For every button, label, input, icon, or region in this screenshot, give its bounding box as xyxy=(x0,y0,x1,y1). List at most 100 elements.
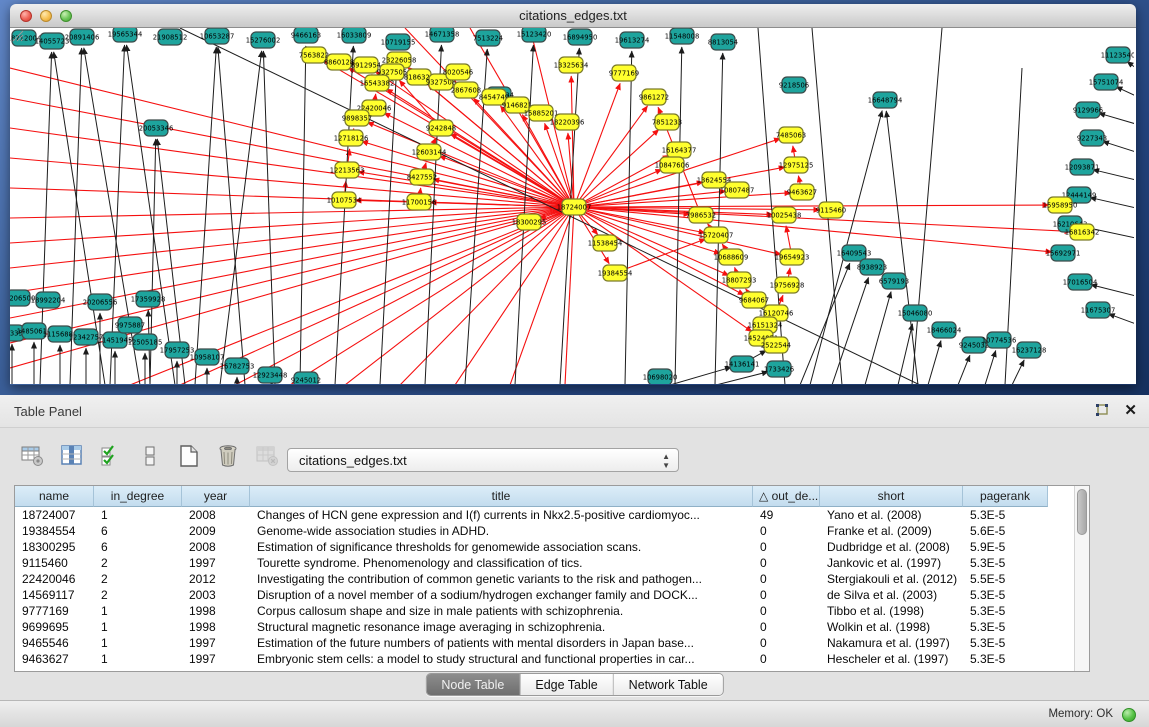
graph-node[interactable]: 15720407 xyxy=(699,227,734,243)
graph-node[interactable]: 12718126 xyxy=(334,130,369,146)
graph-edge[interactable] xyxy=(195,47,216,384)
graph-edge[interactable] xyxy=(1102,141,1134,152)
table-cell[interactable]: 18724007 xyxy=(15,507,94,523)
table-row[interactable]: 2242004622012Investigating the contribut… xyxy=(15,571,1089,587)
table-row[interactable]: 1938455462009Genome-wide association stu… xyxy=(15,523,1089,539)
graph-node[interactable]: 9861272 xyxy=(639,89,669,105)
graph-edge[interactable] xyxy=(10,128,574,207)
table-cell[interactable]: 2008 xyxy=(182,507,250,523)
graph-node[interactable]: 8938923 xyxy=(857,259,887,275)
graph-node[interactable]: 12603144 xyxy=(412,144,447,160)
column-header-name[interactable]: name xyxy=(15,486,94,507)
table-cell[interactable]: 5.9E-5 xyxy=(963,539,1048,555)
table-cell[interactable]: Yano et al. (2008) xyxy=(820,507,963,523)
graph-edge[interactable] xyxy=(1108,314,1134,324)
graph-edge[interactable] xyxy=(675,47,682,384)
graph-node[interactable]: 7851233 xyxy=(652,114,682,130)
table-cell[interactable]: de Silva et al. (2003) xyxy=(820,587,963,603)
graph-node[interactable]: 12093871 xyxy=(1065,159,1100,175)
column-header-year[interactable]: year xyxy=(182,486,250,507)
table-cell[interactable]: 5.3E-5 xyxy=(963,603,1048,619)
graph-edge[interactable] xyxy=(1099,113,1134,124)
tab-edge-table[interactable]: Edge Table xyxy=(520,674,613,695)
table-cell[interactable]: Hescheler et al. (1997) xyxy=(820,651,963,667)
table-cell[interactable]: 1997 xyxy=(182,635,250,651)
graph-node[interactable]: 11123540 xyxy=(1101,47,1134,63)
graph-edge[interactable] xyxy=(1116,87,1134,96)
close-panel-icon[interactable]: ✕ xyxy=(1124,403,1137,419)
table-cell[interactable]: 1 xyxy=(94,635,182,651)
graph-node[interactable]: 9898357 xyxy=(342,110,372,126)
graph-node[interactable]: 16648794 xyxy=(868,92,903,108)
table-cell[interactable]: 1 xyxy=(94,603,182,619)
table-cell[interactable]: 5.3E-5 xyxy=(963,555,1048,571)
table-cell[interactable]: 1997 xyxy=(182,651,250,667)
graph-node[interactable]: 12923448 xyxy=(253,367,288,383)
graph-node[interactable]: 15276002 xyxy=(246,32,281,48)
graph-node[interactable]: 16033809 xyxy=(337,28,372,43)
table-cell[interactable]: 1997 xyxy=(182,555,250,571)
graph-node[interactable]: 11700156 xyxy=(402,194,437,210)
graph-edge[interactable] xyxy=(985,351,996,384)
graph-node[interactable]: 16237128 xyxy=(1012,342,1047,358)
column-header-title[interactable]: title xyxy=(250,486,753,507)
graph-node[interactable]: 8020546 xyxy=(443,64,473,80)
table-cell[interactable]: 5.3E-5 xyxy=(963,507,1048,523)
graph-edge[interactable] xyxy=(1012,360,1024,384)
graph-node[interactable]: 9245012 xyxy=(291,372,321,384)
graph-node[interactable]: 15046080 xyxy=(898,305,933,321)
table-cell[interactable]: 0 xyxy=(753,603,820,619)
graph-node[interactable]: 15123420 xyxy=(517,28,552,42)
graph-node[interactable]: 17016504 xyxy=(1063,274,1098,290)
graph-node[interactable]: 10688609 xyxy=(714,249,749,265)
graph-node[interactable]: 9227343 xyxy=(1077,130,1107,146)
table-cell[interactable]: 1 xyxy=(94,619,182,635)
graph-node[interactable]: 8813054 xyxy=(708,34,738,50)
table-scrollbar[interactable] xyxy=(1074,486,1089,671)
scrollbar-thumb[interactable] xyxy=(1077,489,1087,535)
table-cell[interactable]: 9777169 xyxy=(15,603,94,619)
table-cell[interactable]: 2008 xyxy=(182,539,250,555)
table-cell[interactable]: 5.3E-5 xyxy=(963,619,1048,635)
float-panel-icon[interactable] xyxy=(1094,403,1110,419)
table-cell[interactable]: Dudbridge et al. (2008) xyxy=(820,539,963,555)
column-header-pagerank[interactable]: pagerank xyxy=(963,486,1048,507)
graph-edge[interactable] xyxy=(425,45,441,384)
graph-node[interactable]: 16894950 xyxy=(563,29,598,45)
table-cell[interactable]: Disruption of a novel member of a sodium… xyxy=(250,587,753,603)
graph-node[interactable]: 9242848 xyxy=(426,120,456,136)
tab-network-table[interactable]: Network Table xyxy=(614,674,723,695)
tab-node-table[interactable]: Node Table xyxy=(426,674,520,695)
graph-node[interactable]: 1733426 xyxy=(764,361,794,377)
select-all-rows-button[interactable] xyxy=(96,441,126,471)
table-cell[interactable]: 2003 xyxy=(182,587,250,603)
graph-node[interactable]: 9975887 xyxy=(115,317,145,333)
table-cell[interactable]: Changes of HCN gene expression and I(f) … xyxy=(250,507,753,523)
table-cell[interactable]: Investigating the contribution of common… xyxy=(250,571,753,587)
table-cell[interactable]: 5.3E-5 xyxy=(963,651,1048,667)
graph-edge[interactable] xyxy=(10,207,574,343)
table-cell[interactable]: 6 xyxy=(94,539,182,555)
graph-node[interactable]: 18466024 xyxy=(927,322,962,338)
graph-node[interactable]: 10719155 xyxy=(381,34,416,50)
table-row[interactable]: 1830029562008Estimation of significance … xyxy=(15,539,1089,555)
table-row[interactable]: 946362711997Embryonic stem cells: a mode… xyxy=(15,651,1089,667)
network-window-titlebar[interactable]: citations_edges.txt xyxy=(10,4,1136,28)
graph-edge[interactable] xyxy=(335,46,353,384)
table-cell[interactable]: 14569117 xyxy=(15,587,94,603)
table-row[interactable]: 1456911722003Disruption of a novel membe… xyxy=(15,587,1089,603)
network-canvas[interactable]: 1871200414055723208914061956534421908512… xyxy=(10,28,1136,384)
column-header-short[interactable]: short xyxy=(820,486,963,507)
table-row[interactable]: 977716911998Corpus callosum shape and si… xyxy=(15,603,1089,619)
graph-edge[interactable] xyxy=(450,134,574,207)
graph-edge[interactable] xyxy=(716,372,768,384)
graph-node[interactable]: 12975125 xyxy=(779,157,814,173)
table-cell[interactable]: 2009 xyxy=(182,523,250,539)
table-selector-dropdown[interactable]: citations_edges.txt ▲▼ xyxy=(287,448,679,472)
table-cell[interactable]: 2 xyxy=(94,587,182,603)
graph-node[interactable]: 20053346 xyxy=(139,120,174,136)
graph-node[interactable]: 21908512 xyxy=(153,29,188,45)
table-cell[interactable]: 19384554 xyxy=(15,523,94,539)
graph-node[interactable]: 7485063 xyxy=(776,127,806,143)
graph-edge[interactable] xyxy=(928,341,941,384)
